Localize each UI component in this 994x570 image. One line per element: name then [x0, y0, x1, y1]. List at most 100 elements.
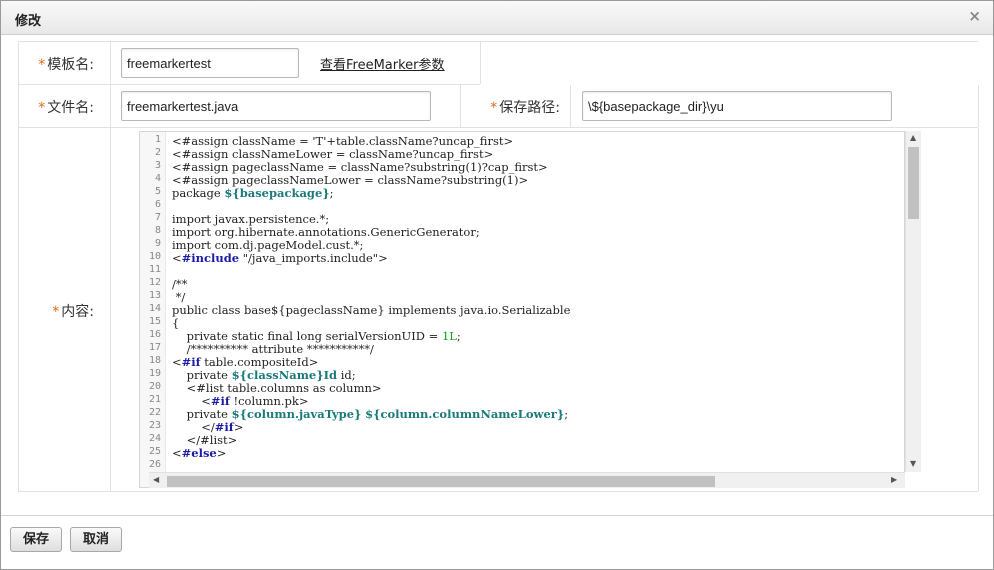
- code-line: </#list>: [172, 433, 238, 447]
- code-token: !column.pk>: [229, 394, 309, 408]
- code-token: */: [172, 290, 186, 304]
- code-token: private: [172, 407, 232, 421]
- line-number: 21: [148, 394, 161, 405]
- line-number: 24: [148, 433, 161, 444]
- code-token: ;: [456, 329, 461, 343]
- horizontal-scroll-thumb[interactable]: [167, 476, 715, 487]
- code-line: <#else>: [172, 446, 226, 460]
- line-number: 23: [148, 420, 161, 431]
- code-token: <: [172, 394, 211, 408]
- code-line: </#if>: [172, 420, 243, 434]
- code-token: {: [172, 316, 180, 330]
- vertical-scrollbar[interactable]: ▲ ▼: [905, 131, 921, 472]
- file-name-input[interactable]: [121, 91, 431, 121]
- code-token: >: [216, 446, 227, 460]
- code-line: import org.hibernate.annotations.Generic…: [172, 225, 480, 239]
- line-number: 7: [154, 212, 161, 223]
- scroll-right-icon[interactable]: ▶: [891, 475, 897, 484]
- row-file-name: *文件名: *保存路径:: [18, 85, 979, 128]
- dialog-title: 修改: [15, 14, 42, 29]
- code-line: private ${column.javaType} ${column.colu…: [172, 407, 568, 421]
- code-token: #if: [214, 420, 234, 434]
- code-line: <#if !column.pk>: [172, 394, 309, 408]
- save-path-label: * 保存路径:: [461, 85, 571, 127]
- code-line: /**: [172, 277, 187, 291]
- line-number: 16: [148, 329, 161, 340]
- code-token: 1L: [441, 329, 457, 343]
- line-number: 11: [148, 264, 161, 275]
- line-number: 14: [148, 303, 161, 314]
- line-number: 6: [154, 199, 161, 210]
- cancel-button[interactable]: 取消: [70, 527, 123, 552]
- code-line: <#assign className = 'T'+table.className…: [172, 134, 513, 148]
- horizontal-scrollbar[interactable]: ◀ ▶: [149, 472, 905, 488]
- view-freemarker-params-link[interactable]: 查看FreeMarker参数: [320, 54, 445, 73]
- scroll-left-icon[interactable]: ◀: [153, 475, 159, 484]
- file-name-label: * 文件名:: [19, 85, 111, 127]
- code-line: <#include "/java_imports.include">: [172, 251, 388, 265]
- code-token: public class base${pageclassName} implem…: [172, 303, 571, 317]
- close-icon[interactable]: ×: [968, 7, 981, 25]
- code-token: ${column.javaType}: [231, 407, 362, 421]
- line-number: 8: [154, 225, 161, 236]
- code-token: table.compositeId>: [200, 355, 319, 369]
- line-number: 2: [154, 147, 161, 158]
- code-token: <: [172, 251, 182, 265]
- save-button[interactable]: 保存: [10, 527, 63, 552]
- save-path-input[interactable]: [582, 91, 892, 121]
- required-mark: *: [38, 57, 46, 73]
- dialog-titlebar: 修改 ×: [1, 1, 993, 35]
- line-number: 18: [148, 355, 161, 366]
- code-token: <: [172, 355, 182, 369]
- content-label: * 内容:: [19, 128, 111, 491]
- code-line: <#if table.compositeId>: [172, 355, 318, 369]
- code-token: ;: [329, 186, 334, 200]
- code-token: /**: [172, 277, 188, 291]
- code-token: </: [172, 420, 215, 434]
- code-token: ${basepackage}: [224, 186, 330, 200]
- code-line: <#assign pageclassNameLower = className?…: [172, 173, 528, 187]
- row-template-name: *模板名: 查看FreeMarker参数: [18, 42, 481, 85]
- vertical-scroll-thumb[interactable]: [908, 147, 919, 219]
- line-number: 12: [148, 277, 161, 288]
- code-token: ;: [564, 407, 569, 421]
- line-number: 17: [148, 342, 161, 353]
- line-number: 5: [154, 186, 161, 197]
- code-token: ${column.columnNameLower}: [365, 407, 565, 421]
- code-line: import javax.persistence.*;: [172, 212, 329, 226]
- code-line: import com.dj.pageModel.cust.*;: [172, 238, 363, 252]
- code-line: public class base${pageclassName} implem…: [172, 303, 570, 317]
- line-number: 3: [154, 160, 161, 171]
- code-line: package ${basepackage};: [172, 186, 334, 200]
- edit-dialog: 修改 × *模板名: 查看FreeMarker参数 *文件名:: [0, 0, 994, 570]
- code-token: </#list>: [172, 433, 238, 447]
- code-token: import javax.persistence.*;: [172, 212, 330, 226]
- dialog-footer: 保存 取消: [1, 515, 993, 569]
- line-number: 19: [148, 368, 161, 379]
- code-token: <#assign pageclassNameLower = className?…: [172, 173, 529, 187]
- line-number: 25: [148, 446, 161, 457]
- code-token: id;: [337, 368, 356, 382]
- code-token: <: [172, 446, 182, 460]
- code-token: import org.hibernate.annotations.Generic…: [172, 225, 480, 239]
- code-token: #else: [181, 446, 217, 460]
- code-line: <#list table.columns as column>: [172, 381, 382, 395]
- scroll-down-icon[interactable]: ▼: [910, 459, 916, 468]
- code-token: ${className}: [231, 368, 324, 382]
- code-editor[interactable]: 1 2 3 4 5 6 7 8 9 10 11 12 13 14 15 16 17 18 19 20 21 22 23 24 2…: [139, 131, 905, 488]
- code-token: #if: [210, 394, 230, 408]
- code-token: /********** attribute ***********/: [172, 342, 374, 356]
- line-number: 13: [148, 290, 161, 301]
- line-number-gutter: 1 2 3 4 5 6 7 8 9 10 11 12 13 14 15 16 17 18 19 20 21 22 23 24 2…: [140, 132, 166, 487]
- template-name-input[interactable]: [121, 48, 299, 78]
- code-token: private static final long serialVersionU…: [172, 329, 442, 343]
- code-token: #include: [181, 251, 240, 265]
- code-line: */: [172, 290, 186, 304]
- code-token: <#assign className = 'T'+table.className…: [172, 134, 514, 148]
- code-token: <#list table.columns as column>: [172, 381, 382, 395]
- scroll-up-icon[interactable]: ▲: [910, 133, 916, 142]
- line-number: 10: [148, 251, 161, 262]
- code-token: <#assign pageclassName = className?subst…: [172, 160, 548, 174]
- line-number: 20: [148, 381, 161, 392]
- code-line: private ${className}Id id;: [172, 368, 356, 382]
